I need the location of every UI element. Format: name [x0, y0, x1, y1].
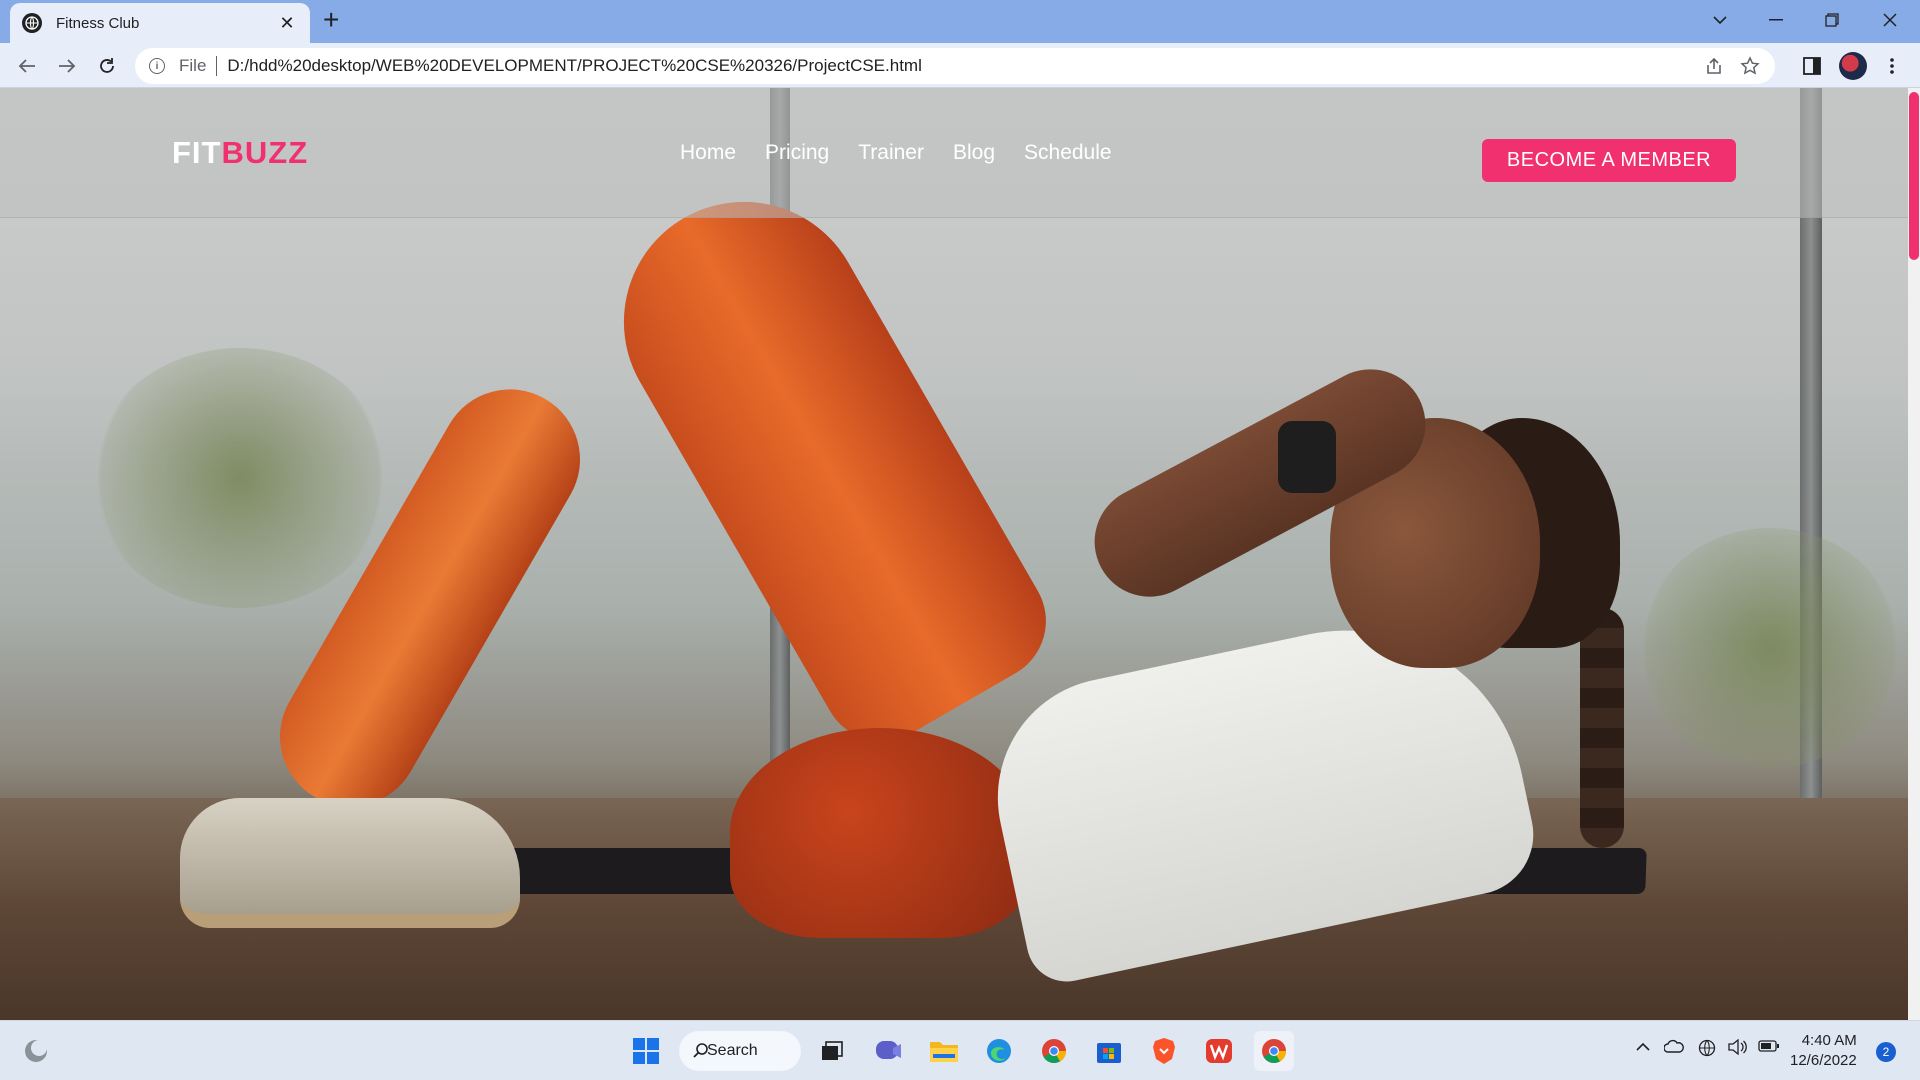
task-view-icon[interactable] [812, 1031, 852, 1071]
address-bar[interactable]: i File D:/hdd%20desktop/WEB%20DEVELOPMEN… [135, 48, 1775, 84]
wps-office-icon[interactable] [1199, 1031, 1239, 1071]
network-globe-icon[interactable] [1698, 1039, 1716, 1062]
site-logo[interactable]: FITBUZZ [172, 135, 308, 171]
forward-arrow-icon[interactable] [52, 51, 82, 81]
battery-icon[interactable] [1758, 1039, 1780, 1057]
widgets-icon[interactable] [16, 1031, 56, 1071]
nav-home[interactable]: Home [680, 141, 736, 165]
figure-watch [1278, 421, 1336, 493]
clock-time: 4:40 AM [1801, 1032, 1857, 1049]
nav-schedule[interactable]: Schedule [1024, 141, 1112, 165]
browser-titlebar: Fitness Club ✕ + [0, 0, 1920, 43]
nav-trainer[interactable]: Trainer [858, 141, 924, 165]
figure-hip [730, 728, 1030, 938]
windows-start-icon[interactable] [626, 1031, 666, 1071]
side-panel-icon[interactable] [1797, 51, 1827, 81]
restore-icon[interactable] [1804, 0, 1860, 40]
nav-blog[interactable]: Blog [953, 141, 995, 165]
profile-avatar[interactable] [1839, 52, 1867, 80]
page-viewport: FITBUZZ Home Pricing Trainer Blog Schedu… [0, 88, 1908, 1020]
tab-title: Fitness Club [56, 14, 140, 32]
search-label: Search [707, 1042, 758, 1059]
search-icon [693, 1042, 709, 1063]
menu-dots-icon[interactable] [1877, 51, 1907, 81]
taskbar-search[interactable]: Search [679, 1031, 801, 1071]
nav-pricing[interactable]: Pricing [765, 141, 829, 165]
minimize-icon[interactable] [1748, 0, 1804, 40]
page-scrollbar-thumb[interactable] [1909, 92, 1919, 260]
globe-icon [22, 13, 42, 33]
main-nav: Home Pricing Trainer Blog Schedule [680, 141, 1112, 165]
show-hidden-icons-chevron-icon[interactable] [1636, 1039, 1650, 1057]
share-icon[interactable] [1705, 48, 1723, 84]
scheme-label: File [179, 56, 207, 75]
browser-tab[interactable]: Fitness Club ✕ [10, 3, 310, 43]
close-window-icon[interactable] [1862, 0, 1918, 40]
teams-chat-icon[interactable] [869, 1031, 909, 1071]
logo-buzz: BUZZ [221, 135, 309, 170]
onedrive-icon[interactable] [1663, 1039, 1684, 1058]
brave-browser-icon[interactable] [1144, 1031, 1184, 1071]
tree-shape [90, 348, 390, 608]
bookmark-star-icon[interactable] [1740, 48, 1760, 84]
tab-close-icon[interactable]: ✕ [276, 13, 298, 34]
store-icon[interactable] [1089, 1031, 1129, 1071]
address-separator [216, 56, 218, 76]
figure-shoe [180, 798, 520, 928]
chrome-icon[interactable] [1034, 1031, 1074, 1071]
site-header: FITBUZZ Home Pricing Trainer Blog Schedu… [0, 88, 1908, 218]
site-info-icon[interactable]: i [149, 58, 165, 74]
volume-icon[interactable] [1728, 1038, 1748, 1060]
logo-fit: FIT [172, 135, 222, 170]
file-explorer-icon[interactable] [924, 1031, 964, 1071]
edge-browser-icon[interactable] [979, 1031, 1019, 1071]
back-arrow-icon[interactable] [12, 51, 42, 81]
windows-taskbar: Search 4:40 AM 12/6/2022 2 [0, 1020, 1920, 1080]
url-text[interactable]: D:/hdd%20desktop/WEB%20DEVELOPMENT/PROJE… [227, 56, 921, 76]
figure-leg [580, 158, 1068, 763]
browser-toolbar: i File D:/hdd%20desktop/WEB%20DEVELOPMEN… [0, 43, 1920, 88]
tab-search-chevron-icon[interactable] [1692, 0, 1748, 40]
hero-image [0, 88, 1908, 1020]
notification-badge[interactable]: 2 [1876, 1042, 1896, 1062]
system-clock[interactable]: 4:40 AM 12/6/2022 [1790, 1031, 1857, 1071]
become-member-button[interactable]: BECOME A MEMBER [1482, 139, 1736, 182]
tree-shape [1640, 528, 1900, 768]
reload-icon[interactable] [92, 51, 122, 81]
chrome-active-icon[interactable] [1254, 1031, 1294, 1071]
clock-date: 12/6/2022 [1790, 1052, 1857, 1069]
new-tab-button[interactable]: + [323, 6, 339, 34]
figure-braid [1580, 608, 1624, 848]
